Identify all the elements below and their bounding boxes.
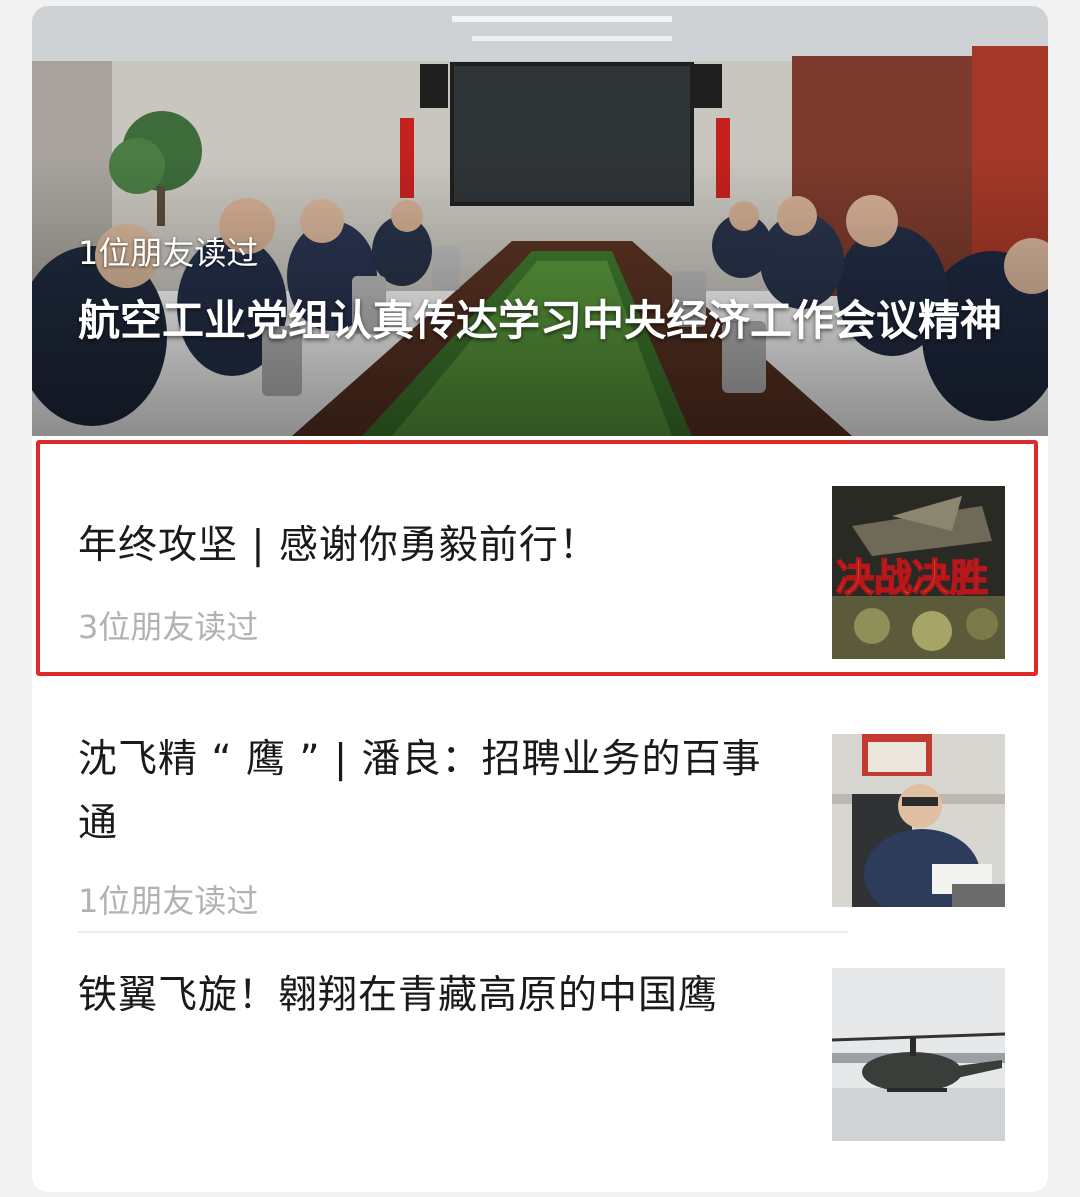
article-2-title[interactable]: 沈飞精 “ 鹰 ” | 潘良：招聘业务的百事通 bbox=[78, 728, 778, 856]
helicopter-photo-icon bbox=[832, 968, 1005, 1141]
article-3-thumbnail[interactable] bbox=[832, 968, 1005, 1141]
article-list-card: 1位朋友读过 航空工业党组认真传达学习中央经济工作会议精神 年终攻坚 | 感谢你… bbox=[32, 6, 1048, 1192]
hero-gradient bbox=[32, 6, 1048, 436]
list-item-article-2[interactable]: 沈飞精 “ 鹰 ” | 潘良：招聘业务的百事通 1位朋友读过 bbox=[32, 696, 1048, 926]
article-1-title[interactable]: 年终攻坚 | 感谢你勇毅前行！ bbox=[78, 514, 778, 578]
article-2-thumbnail[interactable] bbox=[832, 734, 1005, 907]
article-1-read-count: 3位朋友读过 bbox=[78, 608, 259, 646]
list-item-article-1[interactable]: 年终攻坚 | 感谢你勇毅前行！ 3位朋友读过 决战决胜 bbox=[32, 442, 1048, 678]
list-item-article-3[interactable]: 铁翼飞旋！翱翔在青藏高原的中国鹰 bbox=[32, 934, 1048, 1184]
hero-title[interactable]: 航空工业党组认真传达学习中央经济工作会议精神 bbox=[78, 289, 1008, 353]
article-1-thumbnail[interactable]: 决战决胜 bbox=[832, 486, 1005, 659]
list-divider bbox=[78, 931, 848, 933]
article-3-title[interactable]: 铁翼飞旋！翱翔在青藏高原的中国鹰 bbox=[78, 964, 778, 1028]
jet-poster-image: 决战决胜 bbox=[832, 486, 1005, 659]
hero-read-count: 1位朋友读过 bbox=[78, 234, 259, 272]
hero-article[interactable]: 1位朋友读过 航空工业党组认真传达学习中央经济工作会议精神 bbox=[32, 6, 1048, 436]
portrait-photo-icon bbox=[832, 734, 1005, 907]
article-2-read-count: 1位朋友读过 bbox=[78, 882, 259, 920]
poster-headline: 决战决胜 bbox=[836, 556, 988, 600]
